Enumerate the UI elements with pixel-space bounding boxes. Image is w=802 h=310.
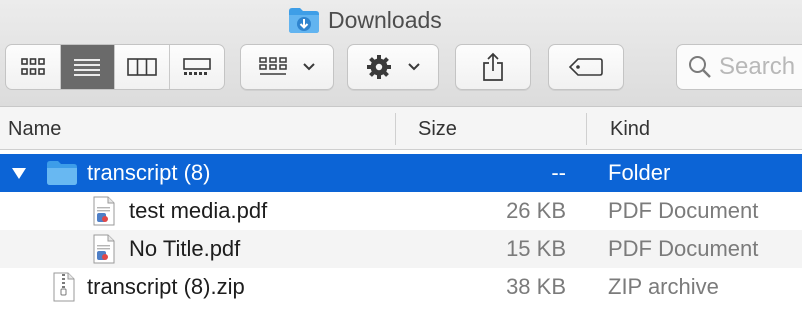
file-row-transcript-zip[interactable]: transcript (8).zip 38 KB ZIP archive [0,268,802,306]
name-column-header[interactable]: Name [8,107,61,151]
file-name: No Title.pdf [129,236,241,261]
list-view-button[interactable] [60,45,115,89]
file-name: transcript (8) [87,160,211,185]
column-header: Name Size Kind [0,106,802,150]
pdf-icon [92,230,116,268]
list-icon [74,59,101,76]
file-size: 38 KB [506,274,566,299]
group-by-button[interactable] [240,44,334,90]
file-kind: ZIP archive [608,274,719,299]
file-name: transcript (8).zip [87,274,245,299]
search-input[interactable] [719,53,802,81]
chevron-down-icon [408,63,420,71]
file-row-transcript-folder[interactable]: transcript (8) -- Folder [0,154,802,192]
kind-column-header[interactable]: Kind [610,107,650,151]
pdf-icon [92,192,116,230]
file-kind: PDF Document [608,198,759,223]
group-grid-icon [259,57,287,75]
gear-icon [367,55,391,79]
file-row-no-title-pdf[interactable]: No Title.pdf 15 KB PDF Document [0,230,802,268]
file-size: 26 KB [506,198,566,223]
gallery-view-button[interactable] [170,45,225,89]
file-name: test media.pdf [129,198,268,223]
grid-icon [20,58,45,75]
columns-icon [126,58,157,76]
zip-icon [52,268,76,306]
file-row-test-media-pdf[interactable]: test media.pdf 26 KB PDF Document [0,192,802,230]
file-kind: PDF Document [608,236,759,261]
downloads-folder-icon [289,8,319,33]
column-divider[interactable] [586,113,587,145]
tag-icon [568,58,603,76]
folder-icon [46,154,78,192]
view-mode-selector [5,44,225,90]
column-divider[interactable] [395,113,396,145]
search-icon [689,56,711,78]
file-kind: Folder [608,160,671,185]
search-field[interactable] [676,44,802,90]
tag-button[interactable] [548,44,624,90]
size-column-header[interactable]: Size [418,107,457,151]
action-menu-button[interactable] [347,44,439,90]
column-view-button[interactable] [115,45,170,89]
window-title-text: Downloads [328,6,442,33]
chevron-down-icon [303,63,315,71]
icon-view-button[interactable] [6,45,61,89]
window-title: Downloads [288,5,442,35]
window-toolbar: Downloads [0,0,802,106]
file-size: -- [551,160,566,185]
disclosure-triangle[interactable] [10,154,28,192]
triangle-down-icon [12,168,26,179]
file-size: 15 KB [506,236,566,261]
share-icon [483,52,503,81]
gallery-icon [182,58,211,75]
share-button[interactable] [455,44,531,90]
file-list: transcript (8) -- Folder test media.pdf … [0,154,802,306]
